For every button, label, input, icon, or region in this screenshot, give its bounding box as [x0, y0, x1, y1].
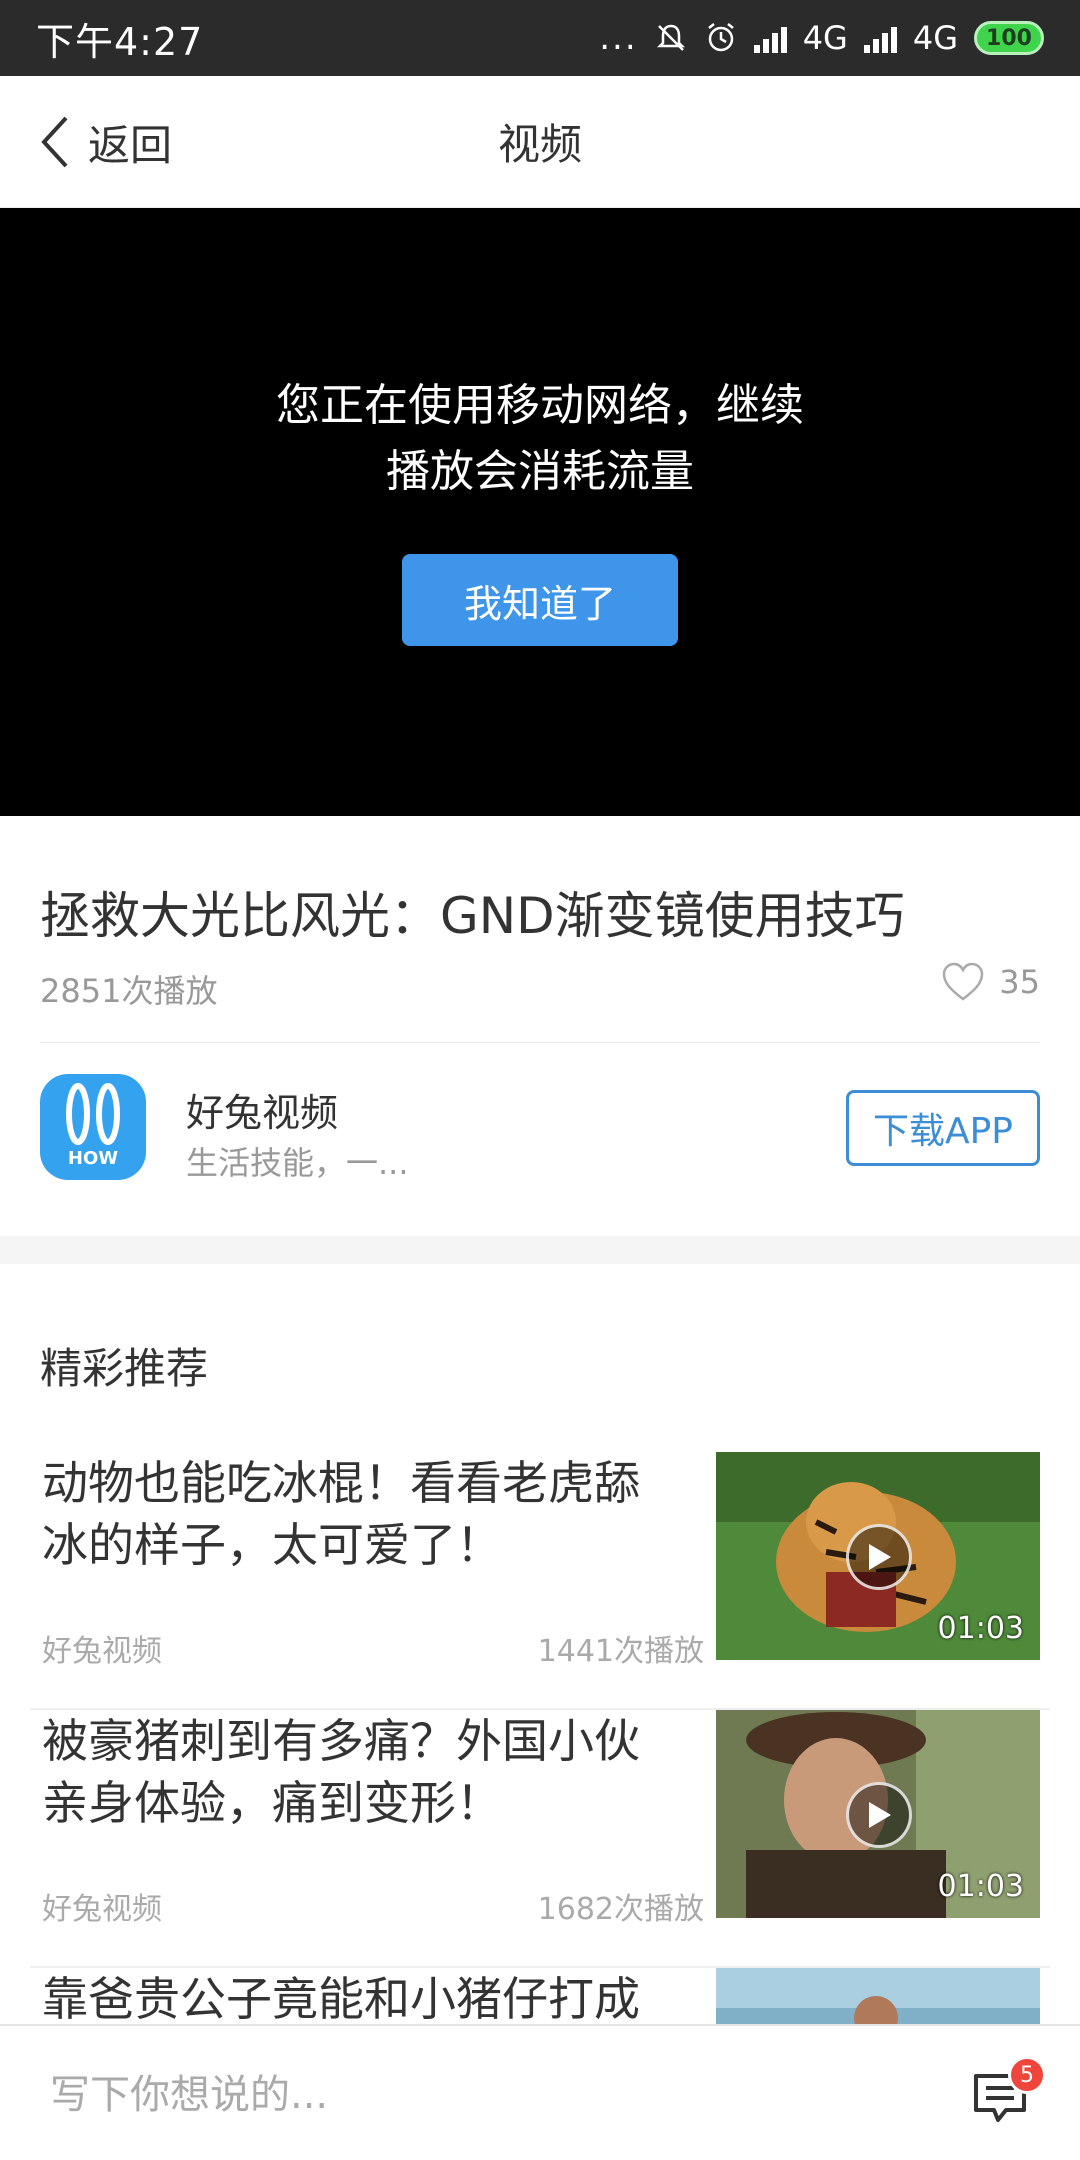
rabbit-ears-icon: HOW: [66, 1083, 120, 1169]
status-bar: 下午4:27 ... 4G 4G 100: [0, 0, 1080, 76]
comment-input[interactable]: [50, 2070, 850, 2120]
page: 下午4:27 ... 4G 4G 100 返回 视频 您正在使用移动网络，继续 …: [0, 0, 1080, 2160]
like-button[interactable]: 35: [941, 962, 1040, 1002]
nav-bar: 返回 视频: [0, 76, 1080, 208]
title-line: 被豪猪刺到有多痛？外国小伙: [42, 1714, 640, 1768]
recommend-item-title: 动物也能吃冰棍！看看老虎舔 冰的样子，太可爱了！: [42, 1452, 692, 1576]
more-dots: ...: [599, 18, 638, 58]
channel-row[interactable]: HOW 好兔视频 生活技能，一... 下载APP: [40, 1074, 1040, 1182]
channel-description: 生活技能，一...: [186, 1144, 409, 1182]
battery-icon: 100: [974, 21, 1044, 55]
video-player[interactable]: 您正在使用移动网络，继续 播放会消耗流量 我知道了: [0, 208, 1080, 816]
recommend-plays: 1441次播放: [537, 1634, 704, 1669]
comment-count-badge: 5: [1008, 2056, 1046, 2094]
recommend-item[interactable]: 被豪猪刺到有多痛？外国小伙 亲身体验，痛到变形！ 好兔视频 1682次播放 01…: [30, 1710, 1050, 1968]
recommend-item[interactable]: 动物也能吃冰棍！看看老虎舔 冰的样子，太可爱了！ 好兔视频 1441次播放 01…: [30, 1452, 1050, 1710]
network-label-2: 4G: [912, 19, 958, 57]
signal-icon-2: [863, 23, 897, 53]
logo-text: HOW: [68, 1148, 118, 1169]
warning-line-1: 您正在使用移动网络，继续: [276, 380, 804, 431]
recommend-source: 好兔视频: [42, 1892, 162, 1927]
warning-line-2: 播放会消耗流量: [386, 446, 694, 497]
play-icon: [846, 1524, 912, 1590]
divider: [40, 1042, 1040, 1043]
video-thumbnail[interactable]: 01:03: [716, 1710, 1040, 1918]
download-app-button[interactable]: 下载APP: [846, 1090, 1040, 1166]
status-time: 下午4:27: [36, 19, 204, 64]
status-icons: ... 4G 4G 100: [599, 18, 1044, 58]
recommend-item-title: 靠爸贵公子竟能和小猪仔打成: [42, 1968, 692, 2030]
video-title: 拯救大光比风光：GND渐变镜使用技巧: [40, 887, 905, 945]
recommend-plays: 1682次播放: [537, 1892, 704, 1927]
recommend-section-title: 精彩推荐: [40, 1344, 209, 1393]
heart-icon: [943, 962, 984, 1001]
video-duration: 01:03: [937, 1611, 1024, 1646]
play-icon: [846, 1782, 912, 1848]
title-line: 亲身体验，痛到变形！: [42, 1776, 502, 1830]
comment-bar: 5: [0, 2024, 1080, 2160]
channel-logo[interactable]: HOW: [40, 1074, 146, 1180]
mute-bell-icon: [656, 24, 685, 51]
network-label-1: 4G: [802, 19, 848, 57]
title-line: 靠爸贵公子竟能和小猪仔打成: [42, 1972, 640, 2026]
video-duration: 01:03: [937, 1869, 1024, 1904]
page-title: 视频: [497, 120, 582, 169]
acknowledge-button[interactable]: 我知道了: [402, 554, 678, 646]
channel-name: 好兔视频: [186, 1091, 339, 1135]
like-count: 35: [999, 963, 1040, 1001]
mobile-network-warning: 您正在使用移动网络，继续 播放会消耗流量: [0, 373, 1080, 505]
video-thumbnail[interactable]: 01:03: [716, 1452, 1040, 1660]
alarm-icon: [707, 23, 734, 52]
recommend-item-title: 被豪猪刺到有多痛？外国小伙 亲身体验，痛到变形！: [42, 1710, 692, 1834]
title-line: 动物也能吃冰棍！看看老虎舔: [42, 1456, 640, 1510]
section-separator: [0, 1236, 1080, 1264]
signal-icon: [753, 23, 787, 53]
title-line: 冰的样子，太可爱了！: [42, 1518, 502, 1572]
play-count: 2851次播放: [40, 972, 218, 1010]
recommend-source: 好兔视频: [42, 1634, 162, 1669]
